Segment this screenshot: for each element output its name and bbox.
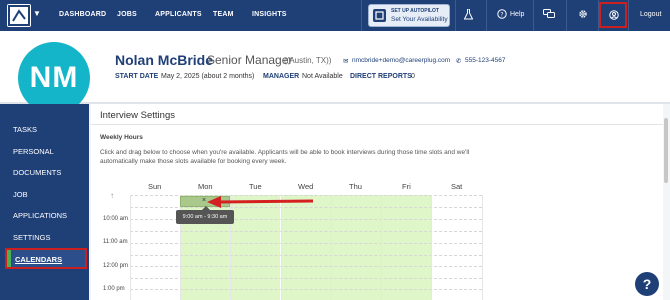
start-date-value: May 2, 2025 (about 2 months) — [161, 73, 255, 80]
day-header-fri: Fri — [402, 182, 411, 191]
day-header-sun: Sun — [148, 182, 162, 191]
nav-divider — [486, 0, 487, 31]
grid-column-line — [281, 195, 282, 300]
sidebar-item-documents[interactable]: DOCUMENTS — [13, 168, 61, 177]
day-header-thu: Thu — [349, 182, 362, 191]
help-chat-button[interactable]: ? — [635, 272, 659, 296]
profile-location: ((Austin, TX)) — [284, 56, 332, 65]
nav-dashboard[interactable]: DASHBOARD — [59, 11, 106, 18]
sidebar-item-calendars[interactable]: CALENDARS — [5, 248, 87, 269]
autopilot-subtitle: Set Your Availability — [391, 16, 448, 23]
flask-icon[interactable] — [463, 8, 474, 24]
email-icon: ✉ — [343, 58, 349, 65]
sidebar-item-personal[interactable]: PERSONAL — [13, 147, 54, 156]
grid-line — [130, 243, 482, 244]
nav-divider — [566, 0, 567, 31]
available-column-fri[interactable] — [381, 195, 431, 300]
account-button[interactable] — [599, 2, 627, 28]
nav-jobs[interactable]: JOBS — [117, 11, 137, 18]
gear-icon[interactable] — [578, 9, 588, 23]
grid-line — [130, 266, 482, 267]
autopilot-title: SET UP AUTOPILOT — [391, 8, 439, 14]
autopilot-button[interactable]: SET UP AUTOPILOT Set Your Availability — [368, 4, 450, 27]
sidebar-item-tasks[interactable]: TASKS — [13, 125, 37, 134]
card-divider — [91, 124, 663, 125]
nav-divider — [455, 0, 456, 31]
logout-link[interactable]: Logout — [640, 11, 661, 18]
grid-column-line — [130, 195, 131, 300]
nav-applicants[interactable]: APPLICANTS — [155, 11, 202, 18]
nav-insights[interactable]: INSIGHTS — [252, 11, 287, 18]
available-column-tue[interactable] — [230, 195, 280, 300]
scroll-up-arrow-icon[interactable]: ↑ — [110, 191, 114, 200]
careerplug-logo-icon[interactable] — [7, 4, 31, 27]
autopilot-icon — [373, 9, 386, 22]
nav-team[interactable]: TEAM — [213, 11, 234, 18]
day-header-tue: Tue — [249, 182, 262, 191]
day-header-sat: Sat — [451, 182, 463, 191]
grid-line — [130, 231, 482, 232]
available-column-wed[interactable] — [281, 195, 331, 300]
profile-phone-link[interactable]: 555-123-4567 — [465, 57, 505, 64]
scrollbar[interactable] — [664, 118, 668, 183]
time-label-12pm: 12:00 pm — [103, 263, 129, 269]
weekly-hours-heading: Weekly Hours — [100, 134, 143, 141]
manager-value: Not Available — [302, 73, 343, 80]
time-label-10am: 10:00 am — [103, 216, 129, 222]
nav-divider — [361, 0, 362, 31]
grid-column-line — [331, 195, 332, 300]
sidebar-item-settings[interactable]: SETTINGS — [13, 233, 51, 242]
day-header-mon: Mon — [198, 182, 213, 191]
grid-column-line — [431, 195, 432, 300]
svg-text:?: ? — [500, 11, 503, 18]
nav-divider — [628, 0, 629, 31]
help-circle-icon[interactable]: ? — [497, 9, 507, 23]
top-navbar: ▼ DASHBOARD JOBS APPLICANTS TEAM INSIGHT… — [0, 0, 670, 31]
available-column-thu[interactable] — [331, 195, 381, 300]
direct-reports-label: DIRECT REPORTS — [350, 73, 412, 80]
direct-reports-value: 0 — [411, 73, 415, 80]
profile-role: Senior Manager — [207, 53, 293, 67]
day-header-wed: Wed — [298, 182, 314, 191]
active-indicator — [7, 250, 11, 267]
manager-label: MANAGER — [263, 73, 300, 80]
grid-line — [130, 255, 482, 256]
grid-column-line — [482, 195, 483, 300]
profile-name: Nolan McBride — [115, 52, 214, 68]
grid-line — [130, 278, 482, 279]
help-link[interactable]: Help — [510, 11, 524, 18]
time-label-11am: 11:00 am — [103, 239, 128, 245]
profile-email-link[interactable]: nmcbride+demo@careerplug.com — [352, 57, 450, 64]
availability-description: Click and drag below to choose when you'… — [100, 149, 470, 165]
sidebar-item-label: CALENDARS — [15, 255, 63, 264]
nav-divider — [533, 0, 534, 31]
sidebar-item-job[interactable]: JOB — [13, 190, 28, 199]
annotation-arrow-icon — [207, 196, 314, 208]
user-circle-icon — [609, 10, 619, 24]
start-date-label: START DATE — [115, 73, 159, 80]
chat-icon[interactable] — [543, 9, 555, 23]
logo-dropdown-icon[interactable]: ▼ — [33, 9, 41, 18]
profile-header — [0, 31, 670, 104]
slot-time-tooltip: 9:00 am - 9:30 am — [176, 210, 234, 224]
grid-line — [130, 289, 482, 290]
time-label-1pm: 1:00 pm — [103, 286, 125, 292]
grid-column-line — [381, 195, 382, 300]
sidebar-item-applications[interactable]: APPLICATIONS — [13, 211, 67, 220]
card-title: Interview Settings — [100, 110, 175, 121]
phone-icon: ✆ — [456, 58, 462, 65]
